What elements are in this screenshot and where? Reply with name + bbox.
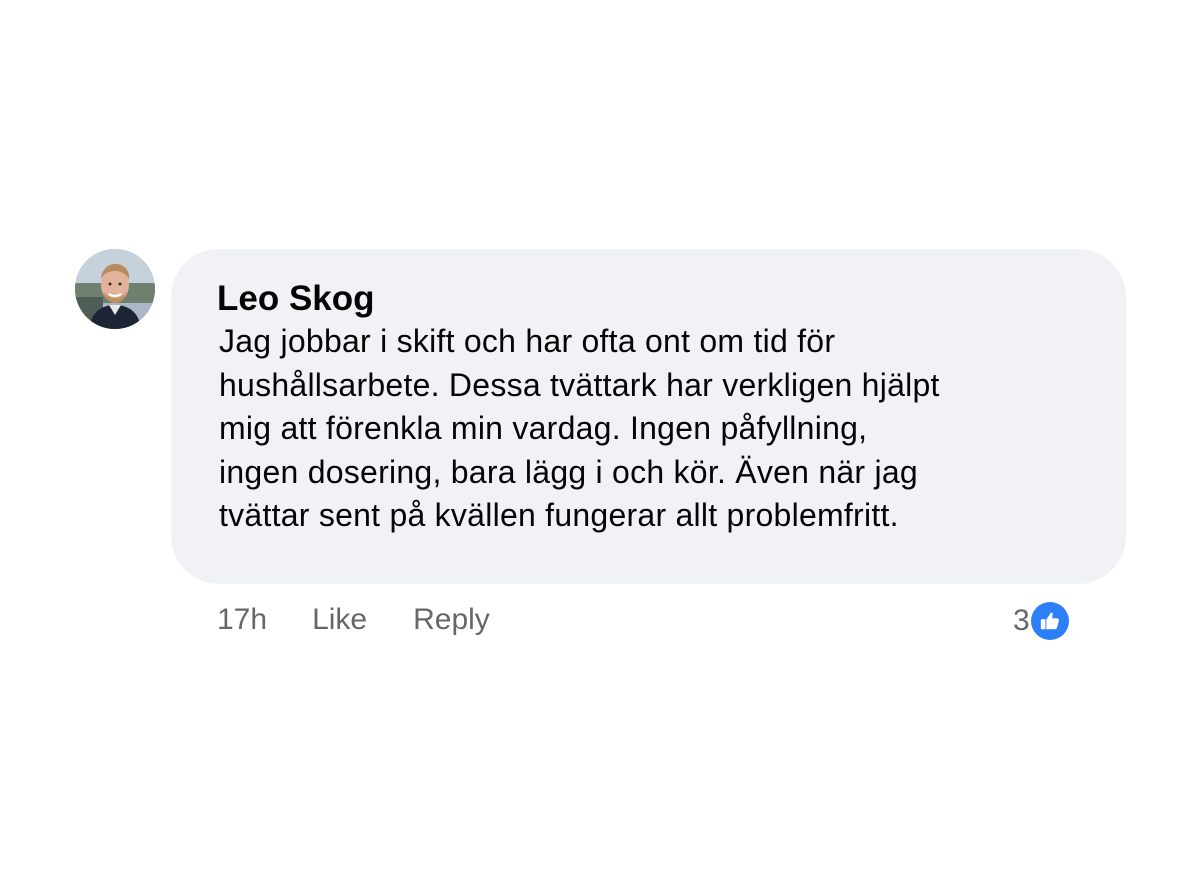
comment-bubble: Leo Skog Jag jobbar i skift och har ofta… (171, 249, 1126, 584)
comment-timestamp[interactable]: 17h (217, 603, 267, 637)
comment-text-line: Jag jobbar i skift och har ofta ont om t… (219, 323, 836, 359)
comment-actions: 17h Like Reply (217, 600, 490, 640)
comment-text-line: mig att förenkla min vardag. Ingen påfyl… (219, 410, 868, 446)
thumbs-up-icon (1030, 602, 1069, 640)
reaction-summary[interactable]: 3 (1013, 601, 1069, 641)
comment-author[interactable]: Leo Skog (217, 279, 1086, 319)
comment-text-line: tvättar sent på kvällen fungerar allt pr… (219, 497, 899, 533)
reaction-count: 3 (1013, 604, 1030, 637)
avatar[interactable] (75, 249, 155, 329)
avatar-photo (75, 249, 155, 329)
comment-text: Jag jobbar i skift och har ofta ont om t… (219, 320, 1086, 538)
reply-button[interactable]: Reply (413, 603, 490, 637)
comment-text-line: hushållsarbete. Dessa tvättark har verkl… (219, 366, 940, 403)
comment-text-line: ingen dosering, bara lägg i och kör. Äve… (219, 453, 918, 490)
like-button[interactable]: Like (312, 603, 367, 637)
